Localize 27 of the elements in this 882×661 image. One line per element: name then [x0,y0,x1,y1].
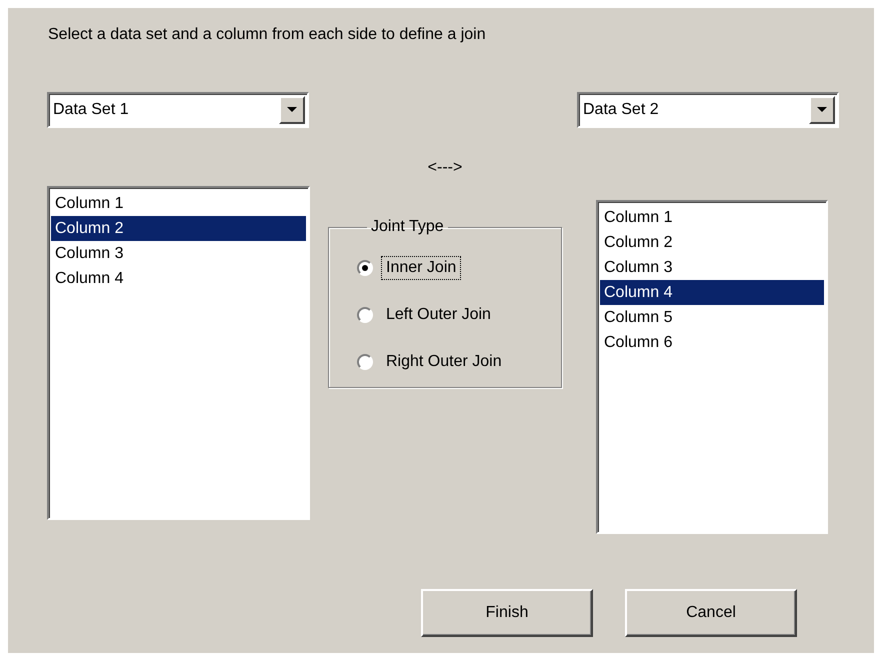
cancel-button[interactable]: Cancel [625,589,797,637]
radio-label[interactable]: Inner Join [381,256,462,280]
dataset-dropdown[interactable]: Data Set 1 [47,92,309,128]
column-list[interactable]: Column 1 Column 2 Column 3 Column 4 [47,186,310,520]
radio-label[interactable]: Right Outer Join [381,350,507,374]
list-item[interactable]: Column 2 [600,230,824,255]
list-item[interactable]: Column 4 [600,280,824,305]
list-item[interactable]: Column 1 [600,205,824,230]
radio-button[interactable] [357,306,373,322]
list-item[interactable]: Column 4 [51,266,306,291]
finish-button[interactable]: Finish [421,589,593,637]
join-arrow-text: <---> [428,158,462,178]
dropdown-value: Data Set 2 [583,101,660,119]
list-item[interactable]: Column 3 [600,255,824,280]
radio-label[interactable]: Left Outer Join [381,302,496,326]
list-item[interactable]: Column 5 [600,305,824,330]
radio-button[interactable] [357,354,373,370]
dataset-dropdown[interactable]: Data Set 2 [577,92,839,128]
instruction-text: Select a data set and a column from each side to define a join [48,25,487,45]
column-list[interactable]: Column 1 Column 2 Column 3 Column 4 Column 5 Column 6 [596,200,828,534]
dropdown-value: Data Set 1 [53,101,130,119]
list-item[interactable]: Column 1 [51,191,306,216]
list-item[interactable]: Column 3 [51,241,306,266]
radio-button[interactable] [357,260,373,276]
list-item[interactable]: Column 2 [51,216,306,241]
group-title: Joint Type [370,218,445,236]
list-item[interactable]: Column 6 [600,330,824,355]
